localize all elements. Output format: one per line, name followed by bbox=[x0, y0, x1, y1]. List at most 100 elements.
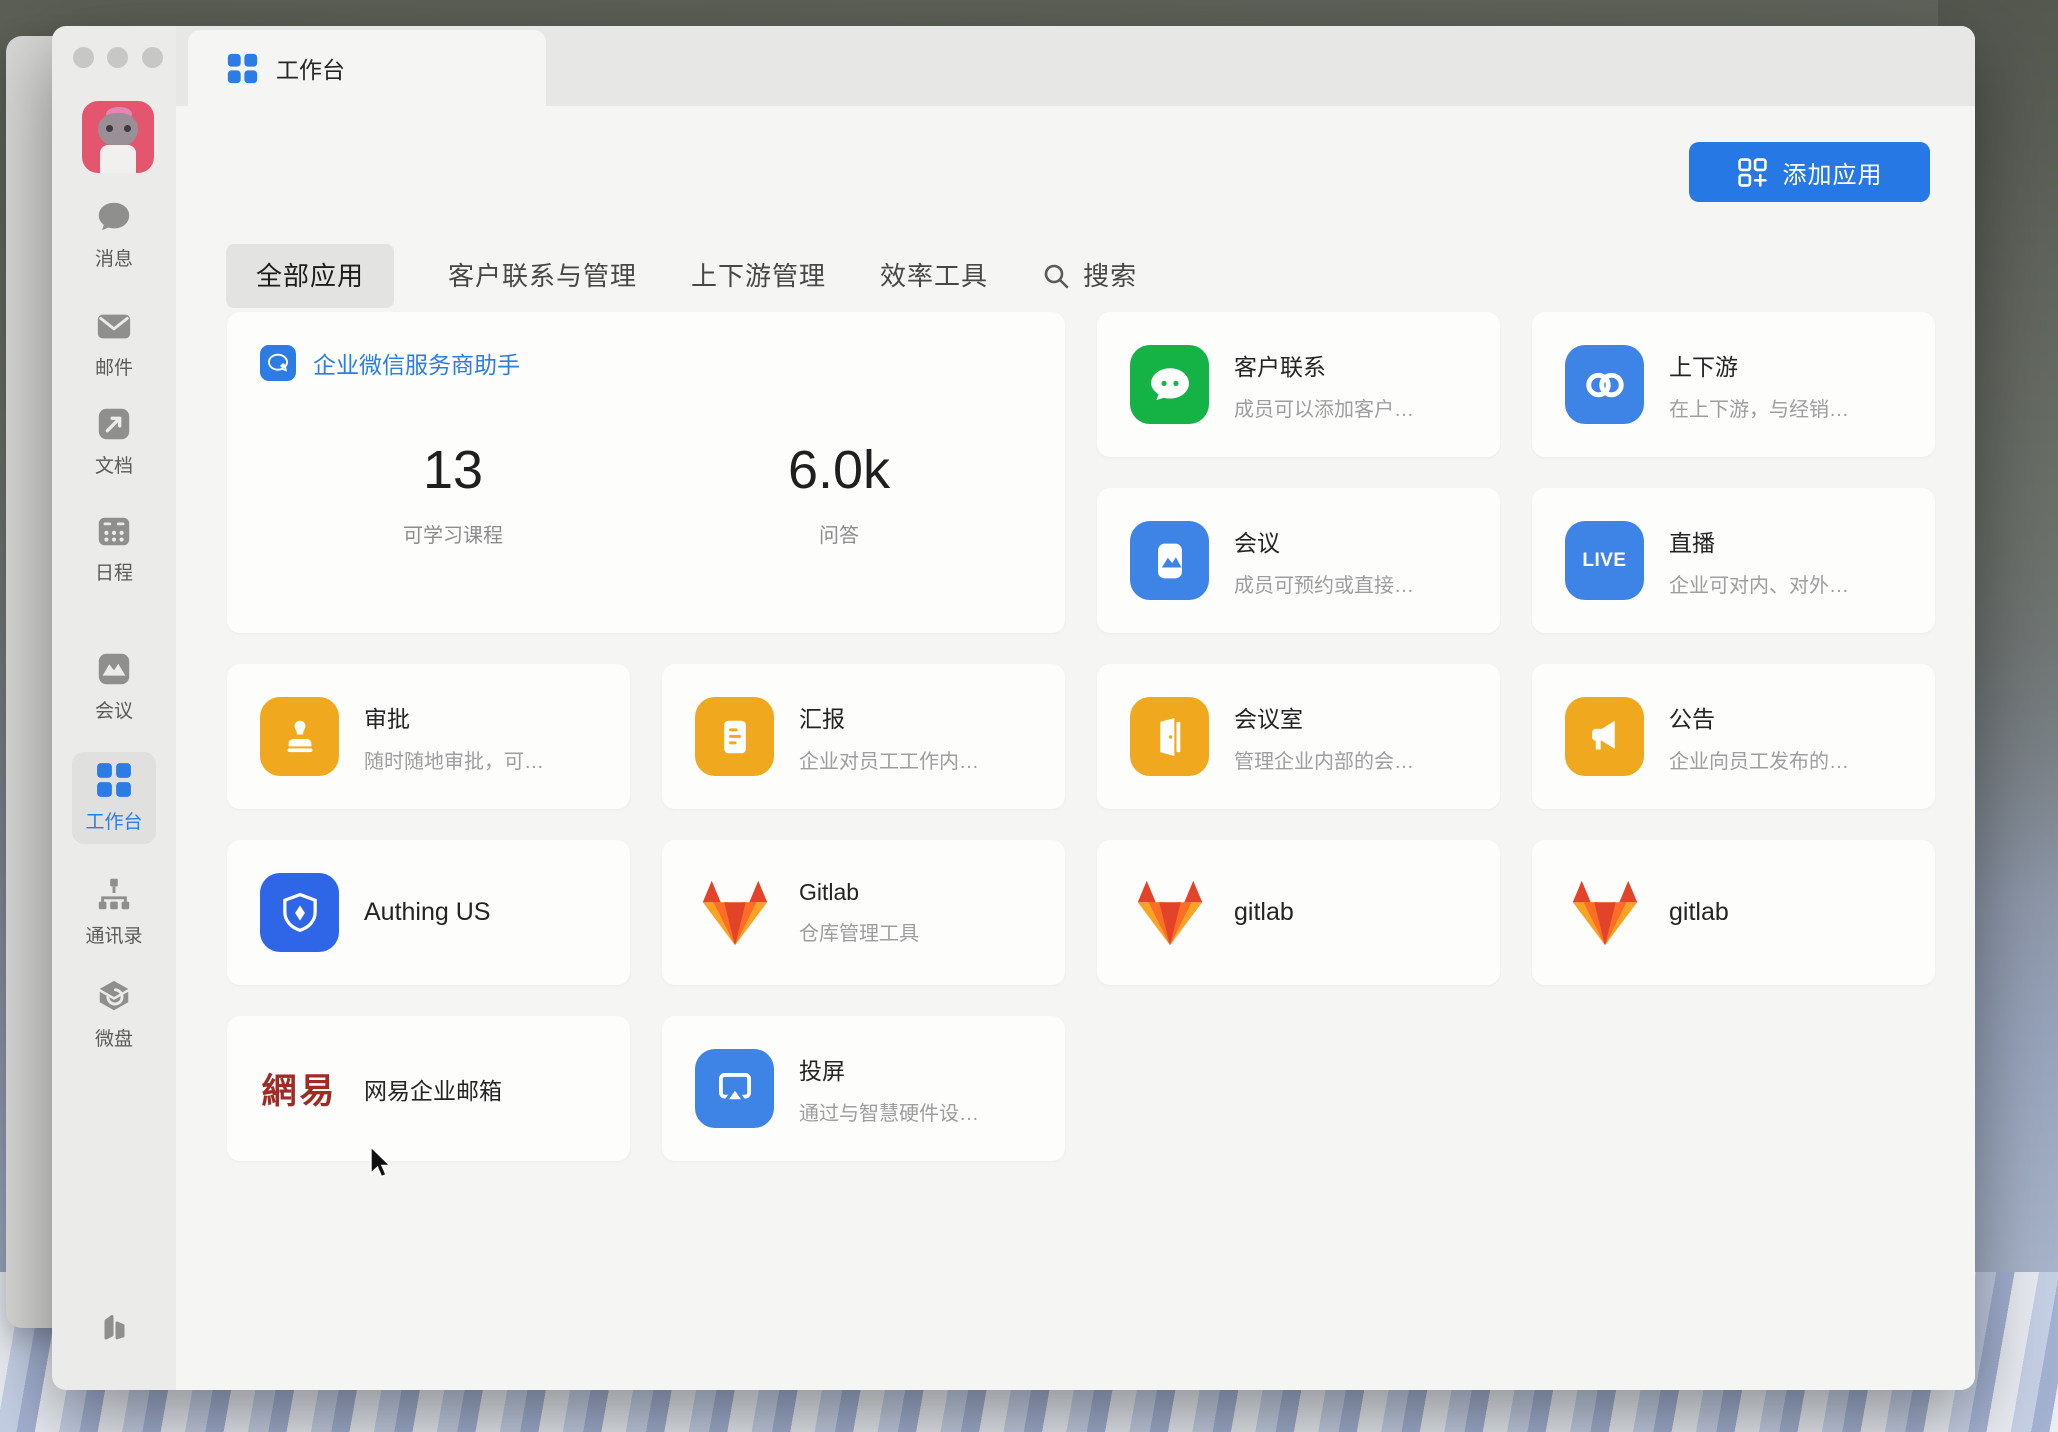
sidebar-item-workbench[interactable]: 工作台 bbox=[52, 760, 176, 834]
card-gitlab-1[interactable]: Gitlab 仓库管理工具 bbox=[662, 840, 1065, 985]
card-subtitle: 随时随地审批，可… bbox=[364, 745, 544, 774]
screencast-icon bbox=[695, 1049, 774, 1128]
sidebar-item-messages[interactable]: 消息 bbox=[52, 197, 176, 271]
stat-label: 可学习课程 bbox=[260, 519, 646, 548]
door-icon bbox=[1130, 697, 1209, 776]
card-live[interactable]: LIVE 直播 企业可对内、对外… bbox=[1532, 488, 1935, 633]
card-title: 投屏 bbox=[799, 1052, 979, 1086]
filter-supply-chain[interactable]: 上下游管理 bbox=[691, 244, 826, 308]
card-title: gitlab bbox=[1234, 898, 1294, 927]
stat-value: 6.0k bbox=[646, 439, 1032, 501]
sidebar-item-contacts[interactable]: 通讯录 bbox=[52, 874, 176, 948]
filter-tabs-row1: 全部应用 客户联系与管理 上下游管理 效率工具 搜索 bbox=[226, 244, 1137, 308]
grid-four-squares-icon bbox=[226, 52, 259, 85]
card-announcement[interactable]: 公告 企业向员工发布的… bbox=[1532, 664, 1935, 809]
card-authing[interactable]: Authing US bbox=[227, 840, 630, 985]
search-control[interactable]: 搜索 bbox=[1042, 244, 1137, 308]
card-approval[interactable]: 审批 随时随地审批，可… bbox=[227, 664, 630, 809]
card-customer-contact[interactable]: 客户联系 成员可以添加客户… bbox=[1097, 312, 1500, 457]
add-app-button[interactable]: 添加应用 bbox=[1689, 142, 1930, 202]
gitlab-tanuki-icon bbox=[695, 873, 774, 952]
card-service-assistant[interactable]: 企业微信服务商助手 13 可学习课程 6.0k 问答 bbox=[227, 312, 1065, 633]
shield-icon bbox=[260, 873, 339, 952]
card-supply-chain[interactable]: 上下游 在上下游，与经销… bbox=[1532, 312, 1935, 457]
megaphone-icon bbox=[1565, 697, 1644, 776]
meeting-icon bbox=[52, 649, 176, 689]
sidebar-item-docs[interactable]: 文档 bbox=[52, 404, 176, 478]
stat-qa: 6.0k 问答 bbox=[646, 439, 1032, 548]
card-meeting-room[interactable]: 会议室 管理企业内部的会… bbox=[1097, 664, 1500, 809]
card-title: 公告 bbox=[1669, 700, 1849, 734]
mouse-cursor bbox=[369, 1146, 395, 1180]
gitlab-tanuki-icon bbox=[1130, 873, 1209, 952]
card-title: 审批 bbox=[364, 700, 544, 734]
card-title: 会议室 bbox=[1234, 700, 1414, 734]
card-title: 汇报 bbox=[799, 700, 979, 734]
linked-rings-icon bbox=[1565, 345, 1644, 424]
gitlab-tanuki-icon bbox=[1565, 873, 1644, 952]
card-title: 上下游 bbox=[1669, 348, 1849, 382]
workbench-content: 全部应用 客户联系与管理 上下游管理 效率工具 搜索 内部管理 其他 添加应用 bbox=[176, 106, 1975, 1390]
workbench-grid-icon bbox=[52, 760, 176, 800]
search-icon bbox=[1042, 262, 1070, 290]
netease-logo-text: 網易 bbox=[261, 1063, 337, 1114]
sidebar-item-label: 通讯录 bbox=[52, 921, 176, 948]
card-title: 客户联系 bbox=[1234, 348, 1414, 382]
sidebar-item-stats[interactable] bbox=[52, 1306, 176, 1346]
card-meeting[interactable]: 会议 成员可预约或直接… bbox=[1097, 488, 1500, 633]
avatar[interactable] bbox=[82, 101, 154, 173]
sidebar-item-mail[interactable]: 邮件 bbox=[52, 306, 176, 380]
drive-cube-icon bbox=[52, 977, 176, 1017]
add-app-label: 添加应用 bbox=[1783, 155, 1883, 190]
card-gitlab-3[interactable]: gitlab bbox=[1532, 840, 1935, 985]
card-subtitle: 通过与智慧硬件设… bbox=[799, 1097, 979, 1126]
stats-bars-icon bbox=[52, 1306, 176, 1346]
search-label: 搜索 bbox=[1083, 244, 1137, 308]
filter-all-apps[interactable]: 全部应用 bbox=[226, 244, 394, 308]
sidebar-item-label: 文档 bbox=[52, 451, 176, 478]
app-window: 消息 邮件 文档 日程 会议 bbox=[52, 26, 1975, 1390]
card-subtitle: 成员可预约或直接… bbox=[1234, 569, 1414, 598]
filter-efficiency-tools[interactable]: 效率工具 bbox=[880, 244, 988, 308]
sidebar-item-drive[interactable]: 微盘 bbox=[52, 977, 176, 1051]
sidebar-item-label: 邮件 bbox=[52, 353, 176, 380]
card-title: Gitlab bbox=[799, 879, 919, 906]
app-cards-grid: 企业微信服务商助手 13 可学习课程 6.0k 问答 bbox=[227, 312, 1935, 1161]
tab-workbench[interactable]: 工作台 bbox=[188, 30, 546, 106]
report-doc-icon bbox=[695, 697, 774, 776]
chat-bubble-icon bbox=[52, 197, 176, 237]
sidebar-item-label: 消息 bbox=[52, 244, 176, 271]
service-assistant-bubble-icon bbox=[260, 345, 296, 381]
sidebar-item-label: 工作台 bbox=[52, 807, 176, 834]
card-report[interactable]: 汇报 企业对员工工作内… bbox=[662, 664, 1065, 809]
card-subtitle: 企业向员工发布的… bbox=[1669, 745, 1849, 774]
tab-label: 工作台 bbox=[276, 51, 345, 85]
sidebar-item-label: 会议 bbox=[52, 696, 176, 723]
card-title: 直播 bbox=[1669, 524, 1849, 558]
sidebar-item-calendar[interactable]: 日程 bbox=[52, 511, 176, 585]
live-badge-text: LIVE bbox=[1582, 550, 1626, 572]
sidebar-item-label: 日程 bbox=[52, 558, 176, 585]
card-title: gitlab bbox=[1669, 898, 1729, 927]
sidebar-item-label: 微盘 bbox=[52, 1024, 176, 1051]
card-title: 网易企业邮箱 bbox=[364, 1072, 502, 1106]
card-gitlab-2[interactable]: gitlab bbox=[1097, 840, 1500, 985]
card-screencast[interactable]: 投屏 通过与智慧硬件设… bbox=[662, 1016, 1065, 1161]
wechat-customer-icon bbox=[1130, 345, 1209, 424]
stamp-icon bbox=[260, 697, 339, 776]
card-subtitle: 仓库管理工具 bbox=[799, 917, 919, 946]
stat-value: 13 bbox=[260, 439, 646, 501]
card-subtitle: 企业对员工工作内… bbox=[799, 745, 979, 774]
add-app-squares-icon bbox=[1737, 157, 1768, 188]
sidebar: 消息 邮件 文档 日程 会议 bbox=[52, 26, 176, 1390]
stat-courses: 13 可学习课程 bbox=[260, 439, 646, 548]
stat-label: 问答 bbox=[646, 519, 1032, 548]
card-title: Authing US bbox=[364, 898, 490, 927]
sidebar-item-meeting[interactable]: 会议 bbox=[52, 649, 176, 723]
card-netease-mail[interactable]: 網易 网易企业邮箱 bbox=[227, 1016, 630, 1161]
card-title: 会议 bbox=[1234, 524, 1414, 558]
filter-customer-management[interactable]: 客户联系与管理 bbox=[448, 244, 637, 308]
contacts-org-icon bbox=[52, 874, 176, 914]
mail-icon bbox=[52, 306, 176, 346]
card-subtitle: 在上下游，与经销… bbox=[1669, 393, 1849, 422]
